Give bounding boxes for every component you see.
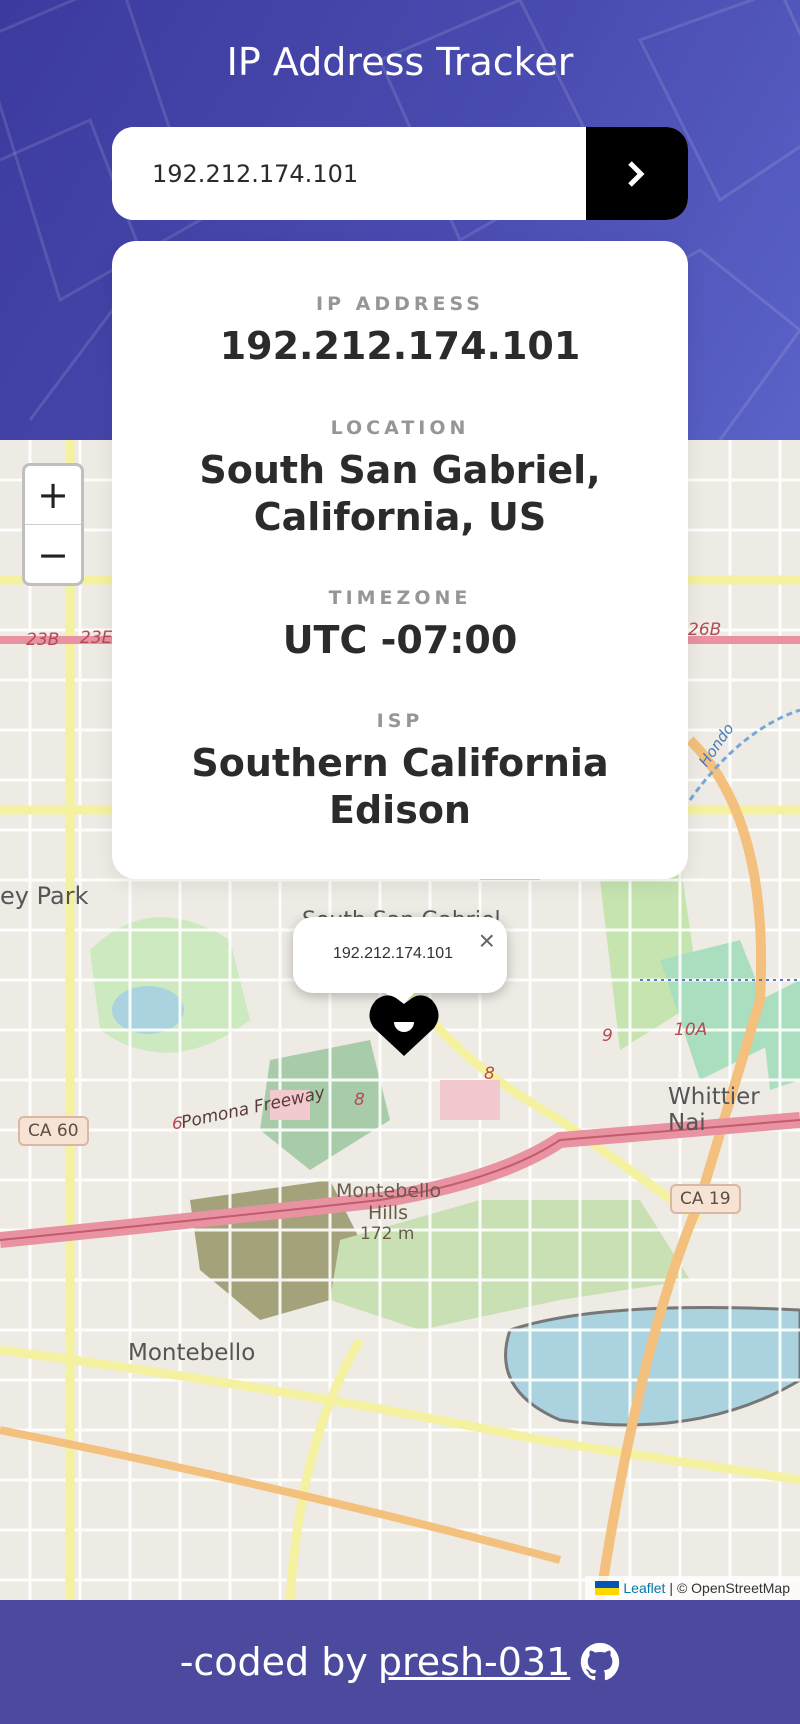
location-value: South San Gabriel, California, US [199, 448, 601, 539]
ukraine-flag-icon [595, 1581, 620, 1595]
search-bar [112, 127, 688, 220]
zoom-out-button[interactable]: − [25, 525, 81, 583]
map-label-hills: Hills [368, 1202, 409, 1224]
timezone-label: TIMEZONE [328, 587, 472, 609]
map-label-montebello: Montebello [128, 1340, 256, 1366]
map-label-elevation: 172 m [360, 1224, 415, 1244]
leaflet-link[interactable]: Leaflet [623, 1580, 665, 1596]
osm-attribution: | © OpenStreetMap [669, 1580, 790, 1596]
zoom-in-button[interactable]: + [25, 466, 81, 525]
shield-ca19: CA 19 [670, 1184, 741, 1214]
isp-label: ISP [376, 710, 424, 732]
road-26b: 26B [688, 620, 722, 640]
ip-address-value: 192.212.174.101 [219, 324, 581, 368]
github-icon[interactable] [580, 1642, 620, 1682]
road-10a: 10A [674, 1020, 708, 1040]
ip-info-card: IP ADDRESS 192.212.174.101 LOCATION Sout… [112, 241, 688, 879]
popup-close-button[interactable]: × [479, 925, 495, 957]
ip-address-section: IP ADDRESS 192.212.174.101 [112, 293, 688, 370]
footer: -coded by presh-031 [0, 1600, 800, 1724]
location-section: LOCATION South San Gabriel, California, … [112, 417, 688, 541]
road-8a: 8 [484, 1064, 495, 1084]
map-label-whittier: Whittier Nai [668, 1084, 760, 1136]
timezone-value: UTC -07:00 [282, 618, 518, 662]
road-23b: 23B [26, 630, 60, 650]
road-23e: 23E [80, 628, 113, 648]
chevron-right-icon [628, 160, 645, 187]
popup-ip-text: 192.212.174.101 [332, 945, 454, 962]
shield-ca60: CA 60 [18, 1116, 89, 1146]
zoom-control: + − [22, 463, 84, 586]
isp-value: Southern California Edison [191, 741, 609, 832]
ip-search-input[interactable] [112, 127, 586, 220]
road-9: 9 [602, 1026, 613, 1046]
page-title: IP Address Tracker [226, 40, 574, 84]
map-label-park: ey Park [0, 882, 89, 910]
road-8b: 8 [354, 1090, 365, 1110]
timezone-section: TIMEZONE UTC -07:00 [112, 587, 688, 664]
location-marker-icon[interactable] [368, 990, 440, 1058]
ip-address-label: IP ADDRESS [316, 293, 484, 315]
map-popup: 192.212.174.101 × [293, 917, 507, 1008]
footer-prefix: -coded by [179, 1640, 368, 1684]
map-label-montebello-hills: Montebello [336, 1180, 442, 1202]
map-attribution: Leaflet | © OpenStreetMap [585, 1576, 800, 1600]
road-6: 6 [172, 1114, 183, 1134]
search-submit-button[interactable] [586, 127, 688, 220]
isp-section: ISP Southern California Edison [112, 710, 688, 834]
author-link[interactable]: presh-031 [378, 1640, 570, 1684]
location-label: LOCATION [330, 417, 470, 439]
